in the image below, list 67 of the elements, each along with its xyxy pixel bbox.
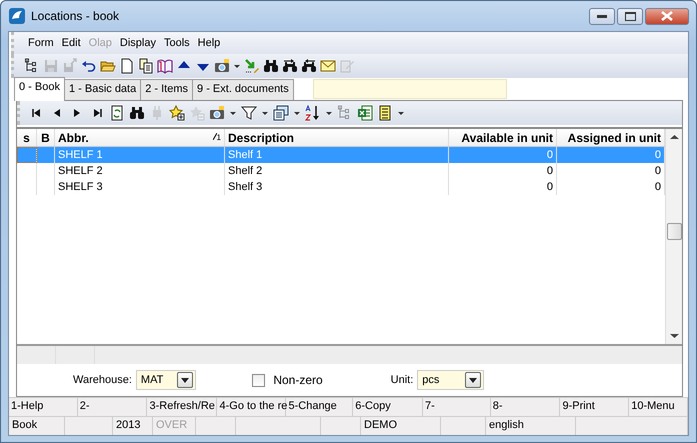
- app-logo-icon: [8, 7, 26, 25]
- binoculars-icon[interactable]: [263, 58, 279, 74]
- refresh-document-icon[interactable]: [109, 105, 125, 121]
- field-label: Warehouse:: [73, 374, 132, 386]
- column-header[interactable]: Available in unit: [449, 129, 557, 146]
- table-cell: SHELF 2: [55, 163, 225, 179]
- checkbox-label: Non-zero: [273, 373, 323, 387]
- scroll-down-arrow-icon[interactable]: [670, 333, 678, 339]
- filter-icon[interactable]: [241, 105, 257, 121]
- list-document-icon[interactable]: [377, 105, 393, 121]
- column-header[interactable]: Abbr. 1: [55, 129, 225, 146]
- star-plus-icon[interactable]: [169, 105, 185, 121]
- envelope-icon[interactable]: [320, 58, 336, 74]
- binoculars-arrow-icon[interactable]: [282, 58, 298, 74]
- window-list-icon[interactable]: [273, 105, 289, 121]
- tab[interactable]: 0 - Book: [14, 77, 65, 101]
- column-header[interactable]: Description: [225, 129, 449, 146]
- table-cell: 0: [557, 147, 665, 163]
- binoculars-arrow-icon[interactable]: [301, 58, 317, 74]
- column-header[interactable]: B: [37, 129, 55, 146]
- field-label: Unit:: [390, 374, 414, 386]
- table-cell: 0: [449, 147, 557, 163]
- camera-icon[interactable]: [214, 58, 230, 74]
- warehouse-dropdown[interactable]: MAT: [136, 370, 196, 390]
- column-header-label: Abbr.: [58, 130, 89, 144]
- scrollbar-thumb[interactable]: [666, 223, 682, 240]
- vertical-scrollbar[interactable]: [665, 129, 682, 344]
- binoculars-icon[interactable]: [129, 105, 145, 121]
- status-field: OVER: [153, 417, 196, 435]
- minimize-icon: [597, 14, 607, 18]
- table-cell: SHELF 3: [55, 179, 225, 195]
- table-cell: SHELF 1: [55, 147, 225, 163]
- status-field: english: [486, 417, 576, 435]
- menu-item[interactable]: Tools: [160, 37, 194, 49]
- window-title: Locations - book: [31, 9, 120, 23]
- maximize-icon: [624, 12, 636, 20]
- table-cell: 0: [449, 179, 557, 195]
- unit-dropdown[interactable]: pcs: [417, 370, 484, 390]
- status-field: DEMO: [361, 417, 441, 435]
- undo-icon[interactable]: [81, 58, 97, 74]
- copy-documents-icon[interactable]: [138, 58, 154, 74]
- status-field: Book: [9, 417, 65, 435]
- close-button[interactable]: [645, 8, 689, 24]
- sort-az-icon[interactable]: [305, 105, 321, 121]
- maximize-button[interactable]: [617, 8, 643, 24]
- minimize-button[interactable]: [589, 8, 615, 24]
- book-icon[interactable]: [157, 58, 173, 74]
- menu-item[interactable]: Form: [24, 37, 58, 49]
- table-cell: 0: [449, 163, 557, 179]
- table-cell: Shelf 3: [225, 179, 449, 195]
- table-cell: Shelf 2: [225, 163, 449, 179]
- close-icon: [661, 11, 673, 21]
- status-field: 2013: [113, 417, 153, 435]
- checkbox[interactable]: [252, 374, 266, 386]
- menu-item[interactable]: Display: [116, 37, 160, 49]
- document-icon[interactable]: [119, 58, 135, 74]
- menu-item[interactable]: Edit: [58, 37, 85, 49]
- menu-item[interactable]: Help: [194, 37, 224, 49]
- scroll-up-arrow-icon[interactable]: [670, 134, 678, 140]
- tab[interactable]: 9 - Ext. documents: [192, 79, 294, 100]
- tab[interactable]: 1 - Basic data: [64, 79, 142, 100]
- table-cell: Shelf 1: [225, 147, 449, 163]
- spreadsheet-icon[interactable]: [357, 105, 373, 121]
- tab[interactable]: 2 - Items: [140, 79, 194, 100]
- camera-icon[interactable]: [209, 105, 225, 121]
- sort-order-mark: 1: [212, 133, 221, 142]
- column-header[interactable]: s: [17, 129, 37, 146]
